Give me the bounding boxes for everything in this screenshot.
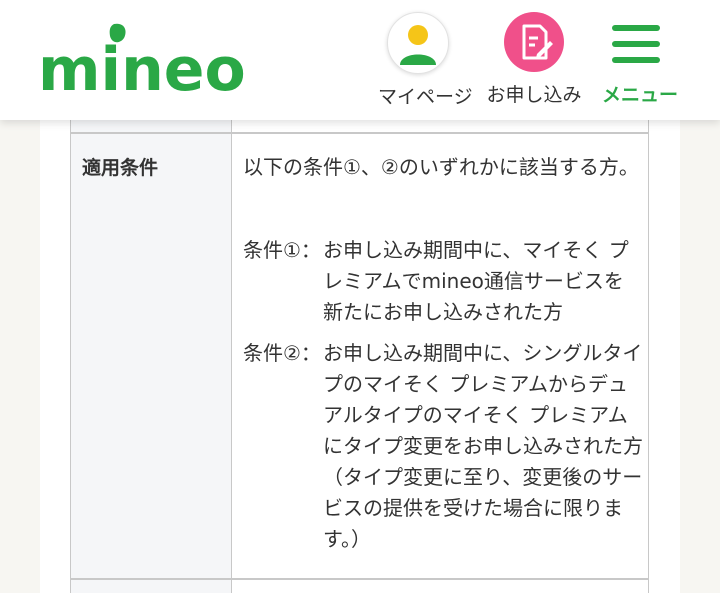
mypage-label: マイページ: [378, 86, 473, 108]
table-header-cell-next: [71, 580, 231, 593]
mypage-icon: [387, 12, 449, 74]
menu-button[interactable]: メニュー: [598, 12, 682, 107]
site-header: mineo マイページ お申し込み メニュー: [0, 0, 720, 120]
condition-1: 条件①： お申し込み期間中に、マイそく プレミアムでmineo通信サービスを新た…: [243, 235, 643, 330]
mypage-button[interactable]: マイページ: [378, 12, 473, 109]
condition-1-text: お申し込み期間中に、マイそく プレミアムでmineo通信サービスを新たにお申し込…: [323, 238, 629, 324]
apply-button[interactable]: お申し込み: [484, 12, 584, 107]
condition-2-label: 条件②：: [243, 341, 321, 365]
table-header-cell: [71, 134, 231, 578]
apply-label: お申し込み: [486, 84, 582, 106]
hamburger-icon: [610, 12, 670, 72]
table-border-row-bottom: [70, 578, 649, 580]
condition-1-label: 条件①：: [243, 238, 321, 262]
conditions-intro: 以下の条件①、②のいずれかに該当する方。: [243, 155, 639, 179]
condition-2-text: お申し込み期間中に、シングルタイプのマイそく プレミアムからデュアルタイプのマイ…: [323, 341, 643, 551]
logo-text: mineo: [38, 35, 246, 98]
apply-form-icon: [504, 12, 564, 72]
table-border-row-top: [70, 132, 649, 134]
condition-2: 条件②： お申し込み期間中に、シングルタイプのマイそく プレミアムからデュアルタ…: [243, 338, 643, 558]
row-header-label: 適用条件: [82, 157, 159, 179]
menu-label: メニュー: [601, 84, 678, 106]
mineo-logo-mark: mineo: [38, 23, 246, 105]
mineo-logo[interactable]: mineo: [36, 18, 246, 105]
